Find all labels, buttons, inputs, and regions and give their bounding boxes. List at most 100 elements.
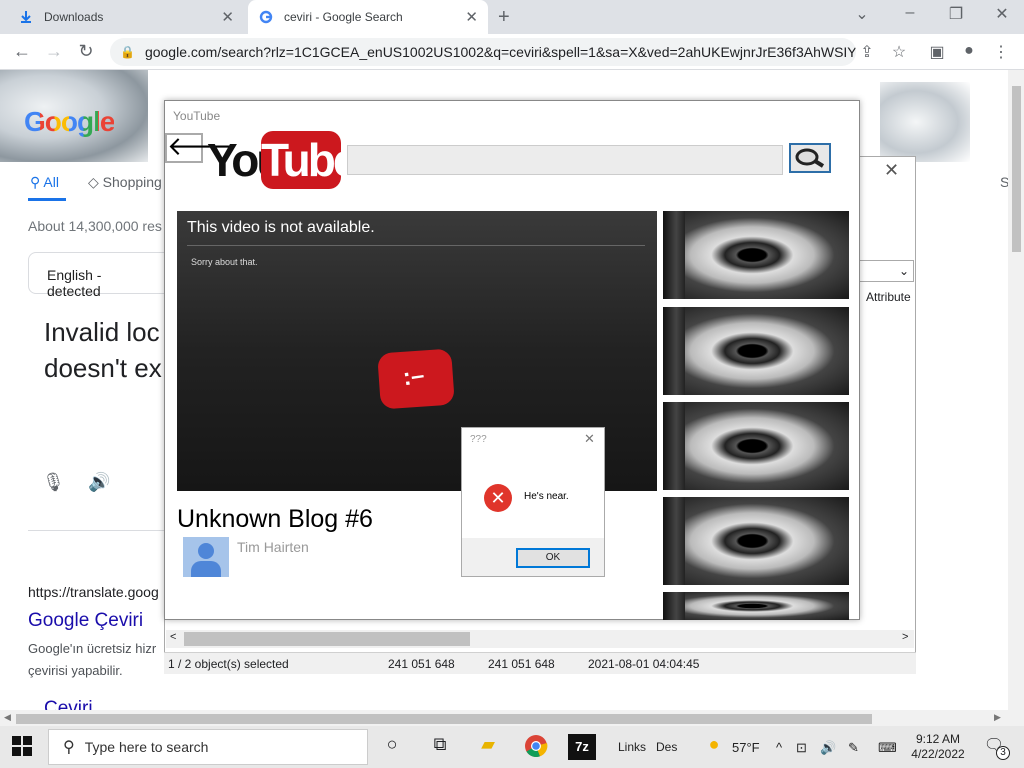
google-logo[interactable]: Google: [24, 106, 115, 138]
bookmark-star-icon[interactable]: ☆: [888, 42, 910, 62]
sad-face-icon: :–: [401, 361, 427, 392]
error-x-icon: ✕: [484, 484, 512, 512]
browser-toolbar: ← → ↻ 🔒 google.com/search?rlz=1C1GCEA_en…: [0, 34, 1024, 70]
doodle-decoration: [880, 82, 970, 162]
avatar-body: [191, 561, 221, 577]
video-player[interactable]: This video is not available. Sorry about…: [177, 211, 657, 577]
chevron-down-icon: ⌄: [898, 264, 909, 278]
window-title: YouTube: [173, 109, 221, 123]
result-url[interactable]: https://translate.goog: [28, 584, 168, 600]
scroll-right-icon[interactable]: ▶: [994, 712, 1001, 723]
tab-all[interactable]: ⚲ All: [30, 174, 59, 191]
result-stats: About 14,300,000 res: [28, 218, 162, 234]
attribute-column-header[interactable]: Attribute: [866, 290, 911, 304]
volume-icon[interactable]: 🔊: [820, 740, 836, 756]
task-view-icon[interactable]: ⧉: [426, 734, 454, 760]
hair-shadow: [663, 402, 685, 490]
taskbar: ⚲ Type here to search ○ ⧉ ▰ 7z Links Des…: [0, 726, 1024, 768]
lock-icon: 🔒: [120, 45, 135, 59]
close-tab-icon[interactable]: ✕: [465, 8, 478, 26]
share-icon[interactable]: ⇪: [856, 42, 878, 62]
eye-thumbnail[interactable]: [663, 592, 849, 620]
scrollbar-thumb[interactable]: [16, 714, 872, 724]
new-tab-plus-icon[interactable]: +: [498, 6, 510, 29]
youtube-search-button[interactable]: [789, 143, 831, 173]
avatar-head: [198, 543, 214, 559]
search-placeholder: Type here to search: [84, 739, 209, 755]
speaker-icon[interactable]: 🔊: [88, 472, 110, 493]
weather-icon[interactable]: ●: [700, 734, 728, 760]
ok-button[interactable]: OK: [516, 548, 590, 568]
detected-language-button[interactable]: English - detected: [28, 252, 178, 299]
tab-label: Downloads: [44, 10, 104, 24]
close-icon[interactable]: ✕: [884, 160, 899, 181]
eye-thumbnail[interactable]: [663, 211, 849, 299]
scroll-left-icon[interactable]: <: [170, 631, 176, 643]
path-dropdown[interactable]: ⌄: [858, 260, 914, 282]
microphone-icon[interactable]: 🎙: [42, 472, 65, 493]
tab-google-search[interactable]: ceviri - Google Search ✕: [248, 0, 488, 34]
profile-avatar-icon[interactable]: ●: [958, 42, 980, 60]
packed-size-status: 241 051 648: [488, 657, 555, 671]
author-name[interactable]: Tim Hairten: [237, 539, 309, 555]
file-explorer-icon[interactable]: ▰: [474, 734, 502, 760]
error-dialog: ??? ✕ ✕ He's near. OK: [461, 427, 605, 577]
weather-temperature[interactable]: 57°F: [732, 740, 760, 755]
tab-downloads[interactable]: Downloads ✕: [8, 0, 244, 34]
tab-label: ceviri - Google Search: [284, 10, 403, 24]
dialog-title: ???: [470, 434, 487, 445]
hair-shadow: [663, 211, 685, 299]
keyboard-icon[interactable]: ⌨: [878, 740, 897, 756]
taskbar-search-box[interactable]: ⚲ Type here to search: [48, 729, 368, 765]
avatar[interactable]: [183, 537, 229, 577]
menu-kebab-icon[interactable]: ⋮: [990, 42, 1012, 62]
eye-thumbnail[interactable]: [663, 497, 849, 585]
show-hidden-icons-chevron-icon[interactable]: ^: [776, 740, 782, 755]
video-error-title: This video is not available.: [187, 219, 375, 236]
minimize-icon[interactable]: –: [890, 4, 930, 22]
clock-date: 4/22/2022: [911, 747, 965, 761]
eye-thumbnail[interactable]: [663, 307, 849, 395]
pen-icon[interactable]: ✎: [848, 740, 859, 756]
search-icon: ⚲: [63, 739, 75, 756]
hair-shadow: [663, 307, 685, 395]
scroll-left-icon[interactable]: ◀: [4, 712, 11, 723]
chrome-icon[interactable]: [522, 734, 550, 760]
result-title-link[interactable]: Google Çeviri: [28, 610, 143, 632]
forward-arrow-icon[interactable]: →: [42, 41, 66, 62]
tab-search-chevron-icon[interactable]: ⌄: [842, 4, 882, 24]
network-icon[interactable]: ⊡: [796, 740, 807, 756]
back-arrow-button[interactable]: 🡐: [165, 133, 237, 163]
divider: [187, 245, 645, 246]
modified-date-status: 2021-08-01 04:04:45: [588, 657, 700, 671]
restore-icon[interactable]: ❐: [936, 4, 976, 24]
side-panel-icon[interactable]: ▣: [926, 42, 948, 62]
clock[interactable]: 9:12 AM 4/22/2022: [906, 732, 970, 762]
notification-center-icon[interactable]: 🗨 3: [980, 734, 1010, 760]
reload-icon[interactable]: ↻: [74, 41, 98, 62]
divider: [28, 530, 168, 531]
cortana-icon[interactable]: ○: [378, 734, 406, 760]
youtube-window: YouTube 🡐 You Tube This video is not ava…: [164, 100, 860, 620]
scroll-right-icon[interactable]: >: [902, 631, 908, 643]
next-result-title-link[interactable]: Çeviri: [44, 698, 93, 710]
close-window-icon[interactable]: ✕: [982, 4, 1022, 24]
back-arrow-icon[interactable]: ←: [10, 41, 34, 62]
scrollbar-thumb[interactable]: [1012, 86, 1021, 252]
tab-shopping[interactable]: ◇ Shopping: [88, 174, 162, 191]
tag-icon: ◇: [88, 174, 99, 190]
tab-strip: Downloads ✕ ceviri - Google Search ✕ + ⌄…: [0, 0, 1024, 34]
desktop-toolbar[interactable]: Des: [656, 740, 677, 754]
close-tab-icon[interactable]: ✕: [221, 8, 234, 26]
youtube-search-input[interactable]: [347, 145, 783, 175]
notification-count-badge: 3: [996, 746, 1010, 760]
scrollbar-thumb[interactable]: [184, 632, 470, 646]
links-toolbar[interactable]: Links: [618, 740, 646, 754]
active-tab-underline: [28, 198, 66, 201]
windows-start-icon[interactable]: [12, 736, 34, 758]
video-error-subtitle: Sorry about that.: [191, 257, 258, 267]
eye-thumbnail[interactable]: [663, 402, 849, 490]
address-bar[interactable]: 🔒 google.com/search?rlz=1C1GCEA_enUS1002…: [110, 38, 856, 66]
7zip-icon[interactable]: 7z: [568, 734, 596, 760]
close-icon[interactable]: ✕: [584, 431, 595, 447]
